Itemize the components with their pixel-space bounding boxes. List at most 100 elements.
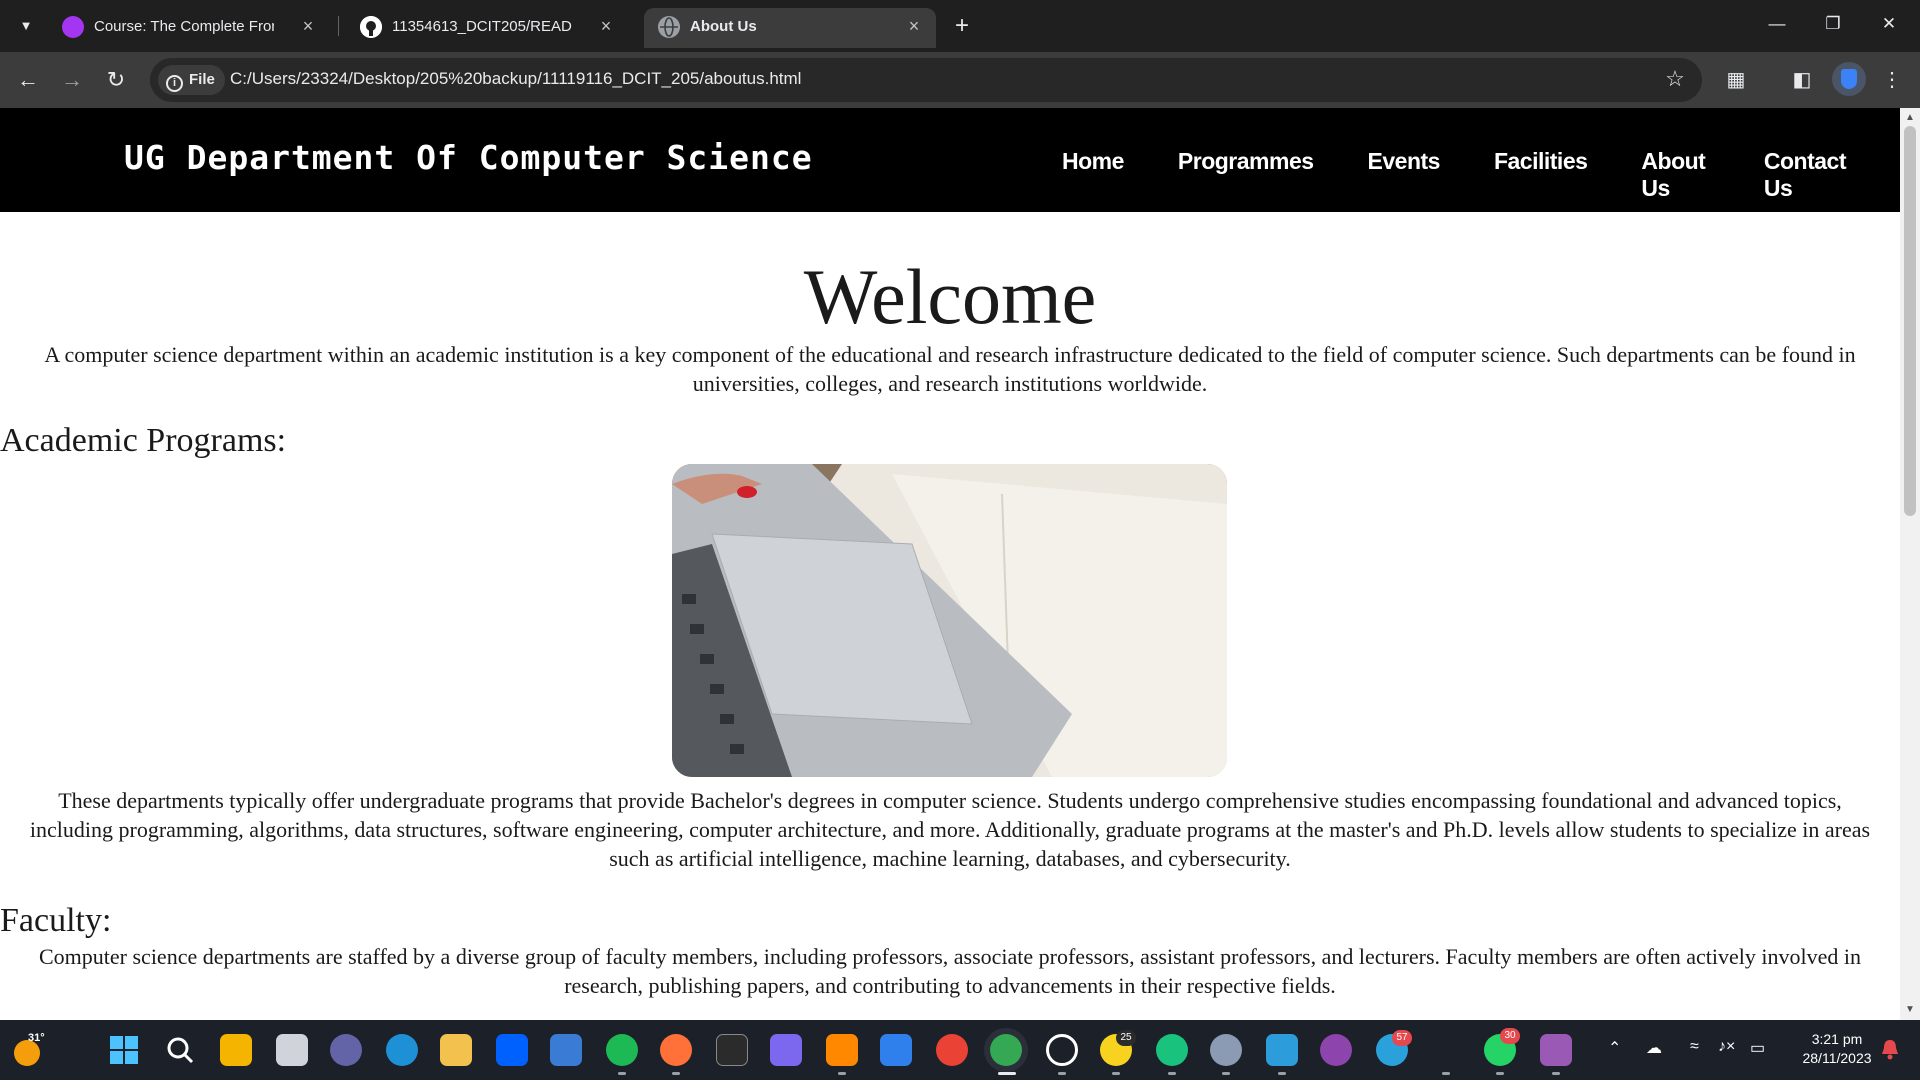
running-indicator <box>1442 1072 1450 1075</box>
scheme-label: File <box>189 71 215 88</box>
show-hidden-icons-chevron-icon[interactable]: ⌃ <box>1608 1038 1621 1058</box>
intro-paragraph: A computer science department within an … <box>44 342 1856 396</box>
gamepad-icon[interactable] <box>770 1034 802 1066</box>
site-header: UG Department Of Computer Science Home P… <box>0 108 1900 212</box>
running-indicator <box>1552 1072 1560 1075</box>
spotify-icon[interactable] <box>606 1034 638 1066</box>
microsoft-store-icon[interactable] <box>550 1034 582 1066</box>
system-clock[interactable]: 3:21 pm 28/11/2023 <box>1782 1030 1892 1068</box>
github-icon <box>360 16 382 38</box>
browser-toolbar: ← → ↻ i File C:/Users/23324/Desktop/205%2… <box>0 52 1920 108</box>
forward-arrow-icon[interactable]: → <box>56 64 88 96</box>
tab-about-us[interactable]: About Us × <box>644 8 936 48</box>
vlc-icon[interactable] <box>826 1034 858 1066</box>
tab-divider <box>338 16 339 36</box>
scroll-thumb[interactable] <box>1904 126 1916 516</box>
tab-course[interactable]: Course: The Complete Front-End × <box>48 8 330 48</box>
chrome-icon[interactable] <box>936 1034 968 1066</box>
dropbox-icon[interactable] <box>496 1034 528 1066</box>
shield-icon <box>1841 69 1857 89</box>
menu-kebab-icon[interactable]: ⋮ <box>1876 64 1908 96</box>
page-scrollbar[interactable]: ▲ ▼ <box>1900 108 1920 1020</box>
address-bar[interactable]: i File C:/Users/23324/Desktop/205%20backu… <box>150 58 1702 102</box>
tab-title: About Us <box>690 18 757 35</box>
nav-programmes[interactable]: Programmes <box>1178 148 1314 202</box>
nav-home[interactable]: Home <box>1062 148 1124 202</box>
file-explorer-icon[interactable] <box>440 1034 472 1066</box>
tab-search-chevron-icon[interactable]: ▼ <box>12 14 40 38</box>
running-indicator <box>1168 1072 1176 1075</box>
weather-widget[interactable]: 31° <box>10 1032 48 1066</box>
reload-icon[interactable]: ↻ <box>100 64 132 96</box>
site-info-chip[interactable]: i File <box>158 65 225 95</box>
nav-about-us[interactable]: About Us <box>1641 148 1709 202</box>
academic-programs-heading: Academic Programs: <box>0 422 287 459</box>
active-indicator <box>998 1072 1016 1075</box>
mail-icon[interactable] <box>880 1034 912 1066</box>
notification-bell-icon[interactable] <box>1880 1038 1900 1060</box>
clipchamp-icon[interactable] <box>1540 1034 1572 1066</box>
windows-start-icon[interactable] <box>108 1034 140 1066</box>
udemy-icon <box>62 16 84 38</box>
laptop-notebook-photo <box>672 464 1227 777</box>
browser-tab-strip: ▼ Course: The Complete Front-End × 11354… <box>0 0 1920 52</box>
close-icon[interactable]: × <box>904 16 924 36</box>
weather-temperature: 31° <box>28 1032 45 1044</box>
new-tab-button[interactable]: + <box>948 12 976 40</box>
back-arrow-icon[interactable]: ← <box>12 64 44 96</box>
restore-icon[interactable]: ❐ <box>1810 8 1856 40</box>
scroll-down-arrow-icon[interactable]: ▼ <box>1900 1002 1920 1018</box>
page-viewport: UG Department Of Computer Science Home P… <box>0 108 1900 1020</box>
chatgpt-icon[interactable] <box>1156 1034 1188 1066</box>
running-indicator <box>1496 1072 1504 1075</box>
notion-icon[interactable] <box>716 1034 748 1066</box>
minimize-icon[interactable]: — <box>1754 8 1800 40</box>
copilot-preview-icon[interactable] <box>220 1034 252 1066</box>
onedrive-offline-icon[interactable]: ☁ <box>1646 1038 1662 1058</box>
edge-icon[interactable] <box>386 1034 418 1066</box>
info-icon: i <box>166 75 183 92</box>
nav-events[interactable]: Events <box>1368 148 1441 202</box>
running-indicator <box>672 1072 680 1075</box>
windows-taskbar: 31° 25 57 30 ⌃ ☁ ≈ ♪× ▭ 3:21 pm 28/11/20… <box>0 1020 1920 1080</box>
globe-icon <box>658 16 680 38</box>
faculty-paragraph: Computer science departments are staffed… <box>39 944 1861 998</box>
side-panel-icon[interactable]: ◧ <box>1786 64 1818 96</box>
url-text[interactable]: C:/Users/23324/Desktop/205%20backup/1111… <box>230 69 801 89</box>
clock-time: 3:21 pm <box>1811 1031 1863 1047</box>
close-window-icon[interactable]: ✕ <box>1866 8 1912 40</box>
teams-chat-icon[interactable] <box>330 1034 362 1066</box>
settings-gear-icon[interactable] <box>1210 1034 1242 1066</box>
tab-github-readme[interactable]: 11354613_DCIT205/README.md × <box>346 8 628 48</box>
tab-title: 11354613_DCIT205/README.md <box>392 18 572 35</box>
circle-app-icon[interactable] <box>1046 1034 1078 1066</box>
site-nav: Home Programmes Events Facilities About … <box>1062 148 1900 202</box>
whatsapp-badge: 30 <box>1500 1028 1520 1044</box>
chrome-active-icon[interactable] <box>990 1034 1022 1066</box>
running-indicator <box>1222 1072 1230 1075</box>
firefox-icon[interactable] <box>660 1034 692 1066</box>
extensions-puzzle-icon[interactable]: ▦ <box>1720 64 1752 96</box>
close-icon[interactable]: × <box>298 16 318 36</box>
running-indicator <box>618 1072 626 1075</box>
nav-contact-us[interactable]: Contact Us <box>1764 148 1847 202</box>
battery-icon[interactable]: ▭ <box>1750 1038 1765 1058</box>
clock-date: 28/11/2023 <box>1802 1050 1872 1066</box>
notepad-icon[interactable] <box>1266 1034 1298 1066</box>
scroll-up-arrow-icon[interactable]: ▲ <box>1900 110 1920 126</box>
academic-programs-paragraph: These departments typically offer underg… <box>29 788 1871 871</box>
task-view-icon[interactable] <box>276 1034 308 1066</box>
tab-title: Course: The Complete Front-End <box>94 18 274 35</box>
close-icon[interactable]: × <box>596 16 616 36</box>
volume-muted-icon[interactable]: ♪× <box>1718 1038 1735 1056</box>
wifi-icon[interactable]: ≈ <box>1690 1038 1699 1056</box>
running-indicator <box>1278 1072 1286 1075</box>
github-desktop-icon[interactable] <box>1320 1034 1352 1066</box>
profile-avatar[interactable] <box>1832 62 1866 96</box>
bookmark-star-icon[interactable]: ☆ <box>1662 66 1688 92</box>
site-brand[interactable]: UG Department Of Computer Science <box>124 138 813 177</box>
search-icon[interactable] <box>164 1034 196 1066</box>
nav-facilities[interactable]: Facilities <box>1494 148 1588 202</box>
faculty-heading: Faculty: <box>0 902 112 939</box>
running-indicator <box>838 1072 846 1075</box>
